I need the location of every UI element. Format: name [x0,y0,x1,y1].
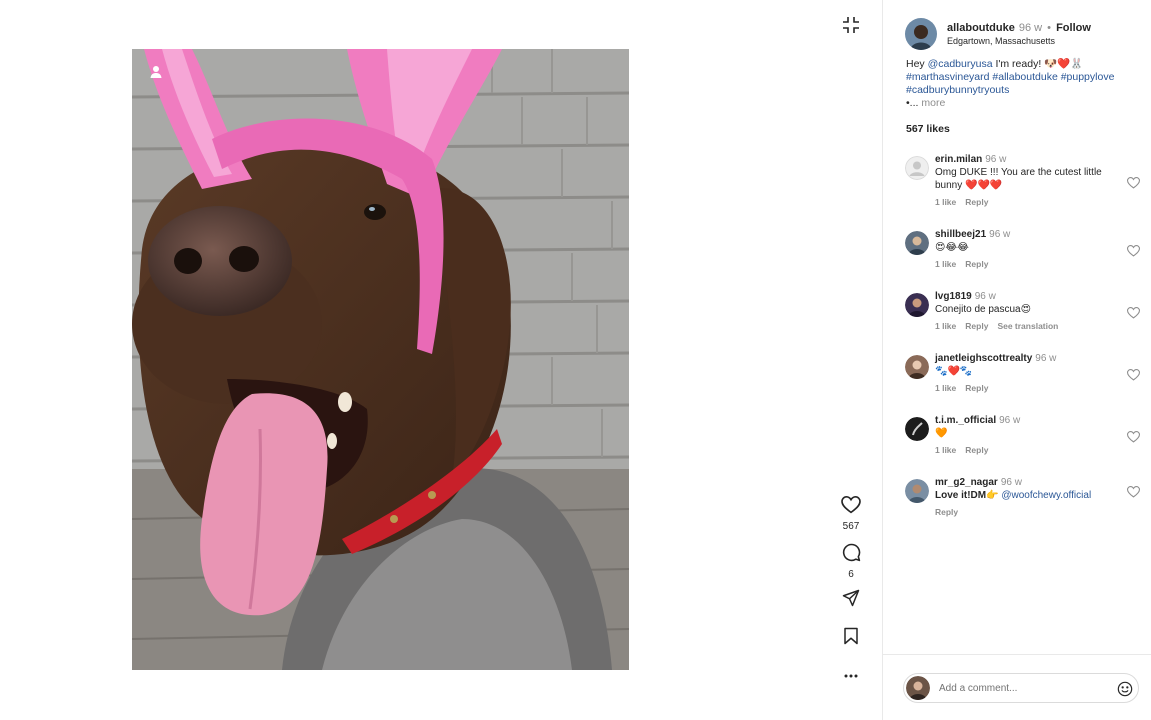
like-count[interactable]: 567 [843,521,860,533]
comment-composer [883,654,1151,720]
comment-item: janetleighscottrealty 96 w 🐾❤️🐾 1 like Rep… [905,353,1145,415]
viewer-avatar [906,676,930,700]
see-translation-button[interactable]: See translation [997,321,1058,331]
post-location[interactable]: Edgartown, Massachusetts [947,35,1091,47]
comment-username[interactable]: mr_g2_nagar [935,477,998,488]
caption-text: I'm ready! 🐶❤️🐰 [992,58,1084,70]
comment-text: 😍😂😂 [935,242,969,253]
paper-plane-icon[interactable] [842,589,860,612]
commenter-avatar[interactable] [905,479,929,503]
post-photo[interactable] [132,49,629,670]
comment-username[interactable]: erin.milan [935,154,982,165]
comment-time: 96 w [1035,353,1057,364]
author-username[interactable]: allaboutduke [947,22,1015,34]
reply-button[interactable]: Reply [965,321,988,331]
hashtag[interactable]: #marthasvineyard [906,71,989,83]
comment-item: t.i.m._official 96 w 🧡 1 like Reply [905,415,1145,477]
more-icon[interactable] [843,666,859,684]
hashtag[interactable]: #cadburybunnytryouts [906,84,1009,96]
comment-item: shillbeej21 96 w 😍😂😂 1 like Reply [905,229,1145,291]
comment-text: 🧡 [935,428,948,439]
commenter-avatar[interactable] [905,355,929,379]
reply-button[interactable]: Reply [965,197,988,207]
collapse-icon[interactable] [840,14,862,36]
user-tag-icon[interactable] [148,64,164,80]
comment-time: 96 w [999,415,1021,426]
like-action: 567 [837,495,865,533]
caption-ellipsis: •... [906,97,922,109]
more-link[interactable]: more [921,97,945,109]
comment-like-count[interactable]: 1 like [935,445,956,455]
reply-button[interactable]: Reply [965,383,988,393]
comment-text-bold: Love it!DM👉 [935,490,1002,501]
post-caption: Hey @cadburyusa I'm ready! 🐶❤️🐰 #marthas… [906,58,1138,110]
commenter-avatar[interactable] [905,293,929,317]
heart-icon[interactable] [841,495,861,519]
bookmark-icon[interactable] [843,627,859,650]
commenter-avatar[interactable] [905,231,929,255]
commenter-avatar[interactable] [905,417,929,441]
add-comment-box [903,673,1139,703]
comment-heart-icon[interactable] [1126,176,1141,190]
comment-item: erin.milan 96 w Omg DUKE !!! You are the … [905,154,1145,216]
comment-item: mr_g2_nagar 96 w Love it!DM👉 @woofchewy.o… [905,477,1145,523]
comment-username[interactable]: t.i.m._official [935,415,996,426]
comment-like-count[interactable]: 1 like [935,197,956,207]
comment-like-count[interactable]: 1 like [935,321,956,331]
post-time: 96 w [1018,22,1043,34]
add-comment-input[interactable] [939,682,1109,694]
comment-username[interactable]: shillbeej21 [935,229,986,240]
likes-count[interactable]: 567 likes [906,123,950,135]
comment-time: 96 w [989,229,1011,240]
more-action [837,666,865,684]
comment-heart-icon[interactable] [1126,244,1141,258]
post-side-panel: allaboutduke 96 w • Follow Edgartown, Mas… [882,0,1151,720]
comment-item: lvg1819 96 w Conejito de pascua😍 1 like Re… [905,291,1145,353]
share-action [837,589,865,612]
comment-list: erin.milan 96 w Omg DUKE !!! You are the … [905,154,1145,523]
emoji-icon[interactable] [1117,681,1133,697]
comment-text: 🐾❤️🐾 [935,366,973,377]
comment-heart-icon[interactable] [1126,368,1141,382]
comment-time: 96 w [974,291,996,302]
comment-heart-icon[interactable] [1126,485,1141,499]
comment-heart-icon[interactable] [1126,306,1141,320]
author-avatar[interactable] [905,18,937,50]
comment-count: 6 [848,569,854,580]
reply-button[interactable]: Reply [935,507,958,517]
save-action [837,627,865,650]
comment-like-count[interactable]: 1 like [935,383,956,393]
comment-text: Love it!DM👉 @woofchewy.official [935,489,1115,502]
caption-greeting: Hey [906,58,928,70]
follow-button[interactable]: Follow [1056,22,1091,34]
caption-mention[interactable]: @cadburyusa [928,58,993,70]
comment-username[interactable]: janetleighscottrealty [935,353,1032,364]
comment-time: 96 w [1000,477,1022,488]
comment-text: Omg DUKE !!! You are the cutest little b… [935,167,1102,191]
comment-like-count[interactable]: 1 like [935,259,956,269]
hashtag[interactable]: #allaboutduke [992,71,1057,83]
comment-text: Conejito de pascua😍 [935,304,1032,315]
separator-dot: • [1047,22,1052,34]
comment-icon[interactable] [842,543,861,567]
reply-button[interactable]: Reply [965,259,988,269]
media-area: 567 6 [0,0,882,720]
post-header: allaboutduke 96 w • Follow Edgartown, Mas… [905,18,1091,50]
comment-action: 6 [837,543,865,581]
comment-username[interactable]: lvg1819 [935,291,972,302]
hashtag[interactable]: #puppylove [1061,71,1115,83]
comment-mention[interactable]: @woofchewy.official [1001,490,1091,501]
comment-heart-icon[interactable] [1126,430,1141,444]
commenter-avatar[interactable] [905,156,929,180]
comment-time: 96 w [985,154,1007,165]
reply-button[interactable]: Reply [965,445,988,455]
